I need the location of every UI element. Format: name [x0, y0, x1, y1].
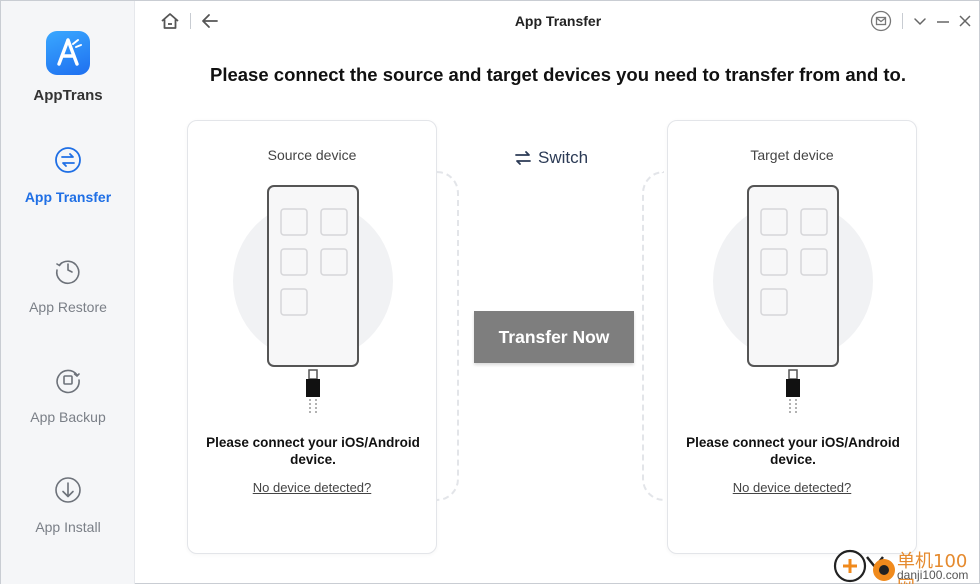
target-device-title: Target device — [750, 147, 834, 163]
window-title: App Transfer — [514, 13, 602, 29]
restore-icon — [55, 260, 80, 285]
target-device-card: Target device Please connect your iOS/An… — [667, 120, 917, 554]
app-logo — [46, 31, 90, 75]
sidebar-item-label: App Install — [35, 519, 101, 535]
sidebar: AppTrans App Transfer App Restore App Ba — [1, 1, 135, 584]
swap-icon — [515, 151, 531, 165]
site-watermark: 单机100网 danji100.com — [831, 546, 980, 584]
sidebar-item-app-restore[interactable]: App Restore — [1, 255, 135, 345]
title-bar: App Transfer — [135, 1, 980, 41]
source-device-card: Source device Please connect your iOS/An… — [187, 120, 437, 554]
source-no-device-link[interactable]: No device detected? — [188, 480, 436, 495]
source-device-title: Source device — [267, 147, 357, 163]
target-connect-message: Please connect your iOS/Android device. — [686, 435, 900, 467]
phone-placeholder-icon — [267, 185, 359, 413]
sidebar-item-app-install[interactable]: App Install — [1, 475, 135, 565]
switch-button[interactable]: Switch — [511, 147, 611, 169]
mail-icon[interactable] — [870, 10, 892, 32]
transfer-icon — [55, 147, 81, 173]
sidebar-item-app-transfer[interactable]: App Transfer — [1, 145, 135, 235]
chevron-down-icon[interactable] — [909, 10, 931, 32]
app-name: AppTrans — [33, 87, 103, 104]
sidebar-item-label: App Restore — [29, 299, 107, 315]
phone-placeholder-icon — [747, 185, 839, 413]
watermark-en-text: danji100.com — [897, 568, 969, 582]
transfer-now-button[interactable]: Transfer Now — [474, 311, 634, 363]
backup-icon — [56, 369, 80, 394]
watermark-logo-icon — [833, 549, 895, 583]
sidebar-item-label: App Transfer — [24, 189, 112, 205]
minimize-icon[interactable] — [932, 10, 954, 32]
target-no-device-link[interactable]: No device detected? — [668, 480, 916, 495]
install-icon — [55, 477, 81, 503]
dashed-connector — [437, 171, 459, 501]
dashed-connector — [642, 171, 664, 501]
close-icon[interactable] — [954, 10, 976, 32]
switch-label: Switch — [538, 148, 589, 167]
divider — [902, 13, 903, 29]
sidebar-item-app-backup[interactable]: App Backup — [1, 365, 135, 455]
app-window: AppTrans App Transfer App Restore App Ba — [0, 0, 980, 584]
sidebar-item-label: App Backup — [30, 409, 106, 425]
page-headline: Please connect the source and target dev… — [210, 64, 906, 85]
source-connect-message: Please connect your iOS/Android device. — [206, 435, 420, 467]
